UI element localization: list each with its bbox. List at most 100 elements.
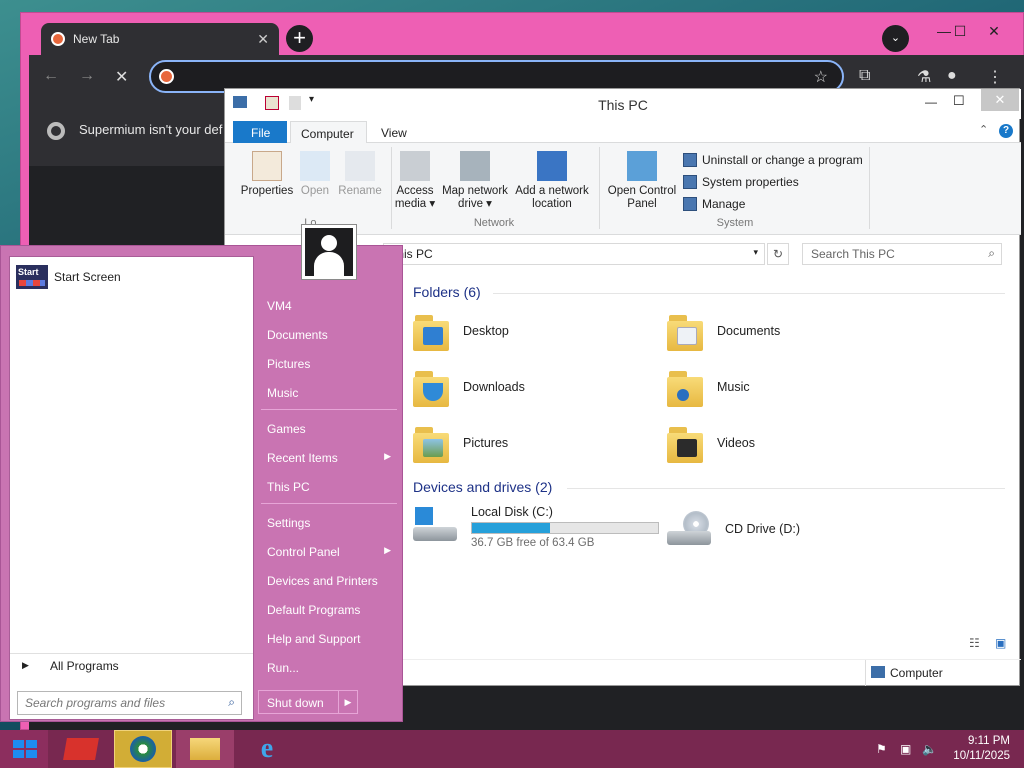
taskbar-app-browser[interactable]	[114, 730, 172, 768]
explorer-maximize-button[interactable]: ☐	[953, 93, 965, 109]
volume-icon[interactable]: 🔈	[922, 742, 937, 756]
folder-music[interactable]: Music	[667, 367, 750, 407]
start-item-games[interactable]: Games	[261, 417, 397, 441]
map-network-drive-button[interactable]: Map network drive ▾	[439, 151, 511, 211]
open-control-panel-button[interactable]: Open Control Panel	[603, 151, 681, 211]
clock[interactable]: 9:11 PM 10/11/2025	[953, 734, 1010, 764]
computer-status-icon	[871, 666, 885, 678]
tab-title: New Tab	[73, 32, 120, 46]
bookmark-star-icon[interactable]: ☆	[814, 67, 828, 87]
start-item-run[interactable]: Run...	[261, 656, 397, 680]
tab-file[interactable]: File	[233, 121, 287, 143]
shutdown-options-arrow-icon[interactable]: ▶	[338, 690, 358, 714]
start-item-vm4[interactable]: VM4	[261, 294, 397, 318]
disk-usage-bar	[471, 522, 659, 534]
start-item-documents[interactable]: Documents	[261, 323, 397, 347]
start-separator	[261, 409, 397, 410]
tab-computer[interactable]: Computer	[290, 121, 367, 144]
user-avatar[interactable]	[301, 224, 357, 280]
details-view-icon[interactable]: ☷	[969, 636, 980, 650]
new-tab-button[interactable]: +	[286, 25, 313, 52]
start-item-recent-items[interactable]: Recent Items ▶	[261, 446, 397, 470]
large-icons-view-icon[interactable]: ▣	[995, 636, 1006, 650]
rename-icon	[345, 151, 375, 181]
checkmark-icon	[683, 175, 697, 189]
rename-button[interactable]: Rename	[337, 151, 383, 198]
labs-flask-icon[interactable]: ⚗	[917, 67, 931, 87]
forward-icon[interactable]: →	[79, 67, 95, 85]
pinned-label: Start Screen	[54, 270, 121, 284]
control-panel-icon	[627, 151, 657, 181]
folder-documents[interactable]: Documents	[667, 311, 780, 351]
folder-desktop[interactable]: Desktop	[413, 311, 509, 351]
start-item-music[interactable]: Music	[261, 381, 397, 405]
action-center-flag-icon[interactable]: ⚑	[876, 742, 887, 756]
ribbon-collapse-icon[interactable]: ⌃	[979, 123, 988, 136]
folder-pictures[interactable]: Pictures	[413, 423, 508, 463]
start-item-pictures[interactable]: Pictures	[261, 352, 397, 376]
folder-label: Desktop	[463, 324, 509, 338]
tab-view[interactable]: View	[371, 121, 417, 143]
address-breadcrumb[interactable]: This PC ▾	[383, 243, 765, 265]
submenu-arrow-icon: ▶	[384, 545, 391, 555]
status-divider	[865, 660, 866, 686]
clock-time: 9:11 PM	[968, 735, 1010, 747]
folder-videos[interactable]: Videos	[667, 423, 755, 463]
maximize-button[interactable]: ☐	[945, 23, 975, 40]
address-dropdown-icon[interactable]: ▾	[753, 247, 758, 258]
pictures-folder-icon	[413, 423, 451, 463]
extensions-icon[interactable]: ⧉	[859, 67, 870, 85]
pinned-start-screen[interactable]: Start Start Screen	[16, 265, 121, 289]
system-properties-button[interactable]: System properties	[683, 175, 799, 189]
folder-downloads[interactable]: Downloads	[413, 367, 525, 407]
browser-tab[interactable]: New Tab ✕	[41, 23, 279, 55]
browser-app-icon	[130, 736, 156, 762]
refresh-icon[interactable]: ↻	[767, 243, 789, 265]
uninstall-program-button[interactable]: Uninstall or change a program	[683, 153, 863, 167]
stop-icon[interactable]: ✕	[115, 67, 128, 87]
more-menu-icon[interactable]: ⋮	[987, 67, 1003, 87]
uninstall-label: Uninstall or change a program	[702, 153, 863, 167]
drive-d[interactable]: CD Drive (D:)	[665, 509, 800, 549]
site-favicon-icon	[159, 69, 174, 84]
manage-button[interactable]: Manage	[683, 197, 745, 211]
chrome-logo-icon	[47, 122, 65, 140]
tab-search-button[interactable]: ⌄	[882, 25, 909, 52]
folders-header: Folders (6)	[413, 284, 481, 300]
open-label: Open	[300, 185, 330, 197]
control-panel-label: Control Panel	[267, 545, 340, 559]
start-button[interactable]	[0, 730, 48, 768]
taskbar-app-ie[interactable]: e	[238, 730, 296, 768]
access-media-button[interactable]: Access media ▾	[393, 151, 437, 211]
start-item-this-pc[interactable]: This PC	[261, 475, 397, 499]
taskbar-app-explorer[interactable]	[176, 730, 234, 768]
explorer-minimize-button[interactable]: —	[925, 95, 937, 109]
profile-icon[interactable]: ●	[947, 67, 957, 85]
explorer-close-button[interactable]: ✕	[981, 89, 1019, 111]
add-network-location-button[interactable]: Add a network location	[513, 151, 591, 211]
properties-button[interactable]: Properties	[239, 151, 295, 198]
help-icon[interactable]: ?	[999, 124, 1013, 138]
open-button[interactable]: Open	[297, 151, 333, 198]
local-disk-icon	[411, 505, 459, 545]
open-icon	[300, 151, 330, 181]
rename-label: Rename	[338, 185, 382, 197]
drive-label: Local Disk (C:)	[471, 505, 553, 519]
clock-date: 10/11/2025	[953, 750, 1010, 762]
taskbar-app-red[interactable]	[52, 730, 110, 768]
all-programs-button[interactable]: ▶ All Programs	[10, 653, 253, 677]
tab-close-icon[interactable]: ✕	[257, 31, 269, 48]
start-search-input[interactable]: Search programs and files ⌕	[17, 691, 242, 715]
start-left-pane: Start Start Screen ▶ All Programs Search…	[9, 256, 254, 720]
expand-arrow-icon: ▶	[22, 660, 29, 670]
start-item-help-support[interactable]: Help and Support	[261, 627, 397, 651]
search-input[interactable]: Search This PC ⌕	[802, 243, 1002, 265]
start-item-devices-printers[interactable]: Devices and Printers	[261, 569, 397, 593]
start-item-settings[interactable]: Settings	[261, 511, 397, 535]
back-icon[interactable]: ←	[43, 67, 59, 85]
close-button[interactable]: ✕	[979, 23, 1009, 40]
network-icon[interactable]: ▣	[900, 742, 911, 756]
start-item-control-panel[interactable]: Control Panel ▶	[261, 540, 397, 564]
start-item-default-programs[interactable]: Default Programs	[261, 598, 397, 622]
drive-c[interactable]: Local Disk (C:) 36.7 GB free of 63.4 GB	[411, 505, 659, 549]
